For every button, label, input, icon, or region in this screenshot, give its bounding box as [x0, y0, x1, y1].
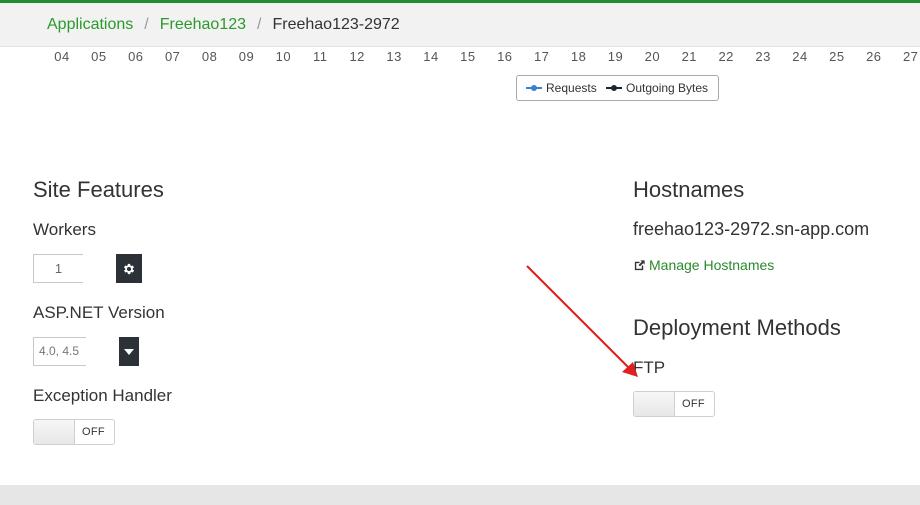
caret-down-icon: [124, 348, 134, 355]
ftp-label: FTP: [633, 358, 666, 377]
x-axis-tick-label: 17: [533, 49, 550, 64]
hostname-value: freehao123-2972.sn-app.com: [633, 219, 870, 239]
breadcrumb-current: Freehao123-2972: [272, 16, 400, 33]
legend-requests-marker: [526, 83, 542, 93]
legend-item-outgoing-bytes[interactable]: Outgoing Bytes: [606, 76, 708, 100]
x-axis-tick-label: 20: [644, 49, 661, 64]
x-axis-tick-label: 27: [902, 49, 919, 64]
breadcrumb-applications-link[interactable]: Applications: [47, 16, 133, 33]
manage-hostnames-label: Manage Hostnames: [649, 257, 775, 273]
page-footer: [0, 485, 920, 505]
hostnames-title: Hostnames: [633, 177, 745, 202]
x-axis-tick-label: 13: [386, 49, 402, 64]
chart-legend: Requests Outgoing Bytes: [516, 75, 719, 101]
x-axis-tick-label: 11: [313, 49, 328, 64]
x-axis-tick-label: 19: [607, 49, 624, 64]
chart-x-axis: 04 05 06 07 08 09 10 11 12 13 14 15 16 17 18 19 20 21 22 23…: [0, 49, 920, 67]
x-axis-tick-label: 16: [497, 49, 513, 64]
ftp-toggle[interactable]: OFF: [633, 391, 715, 417]
aspnet-version-value: 4.0, 4.5: [33, 337, 86, 366]
x-axis-tick-label: 12: [349, 49, 365, 64]
x-axis-tick-label: 21: [681, 49, 698, 64]
exception-handler-label: Exception Handler: [33, 386, 172, 405]
x-axis-tick-label: 25: [829, 49, 845, 64]
x-axis-tick-label: 23: [755, 49, 771, 64]
gear-icon: [123, 263, 135, 274]
deployment-methods-title: Deployment Methods: [633, 315, 841, 340]
ftp-state: OFF: [682, 398, 705, 410]
x-axis-tick-label: 07: [164, 49, 181, 64]
x-axis-tick-label: 04: [54, 49, 70, 64]
x-axis-tick-label: 14: [423, 49, 439, 64]
breadcrumb-app-link[interactable]: Freehao123: [160, 16, 246, 33]
workers-settings-button[interactable]: [116, 254, 142, 283]
aspnet-version-label: ASP.NET Version: [33, 303, 165, 322]
breadcrumb: Applications / Freehao123 / Freehao123-2972: [0, 3, 920, 47]
x-axis-tick-label: 09: [238, 49, 255, 64]
site-features-title: Site Features: [33, 177, 164, 202]
x-axis-tick-label: 05: [91, 49, 107, 64]
workers-input[interactable]: 1: [33, 254, 83, 283]
aspnet-dropdown-button[interactable]: [119, 337, 139, 366]
x-axis-tick-label: 22: [718, 49, 734, 64]
legend-requests-label: Requests: [546, 81, 597, 95]
x-axis-tick-label: 10: [275, 49, 292, 64]
legend-outgoing-label: Outgoing Bytes: [626, 81, 709, 95]
x-axis-tick-label: 15: [460, 49, 476, 64]
breadcrumb-separator: /: [144, 16, 149, 33]
legend-item-requests[interactable]: Requests: [526, 76, 597, 100]
legend-outgoing-marker: [606, 83, 622, 93]
x-axis-tick-label: 24: [792, 49, 808, 64]
external-link-icon: [634, 260, 645, 271]
x-axis-tick-label: 06: [128, 49, 144, 64]
exception-handler-toggle[interactable]: OFF: [33, 419, 115, 445]
manage-hostnames-link[interactable]: Manage Hostnames: [633, 257, 774, 273]
annotation-arrow: [526, 265, 638, 377]
x-axis-tick-label: 26: [866, 49, 882, 64]
toggle-knob: [634, 392, 675, 416]
workers-label: Workers: [33, 220, 96, 239]
x-axis-tick-label: 08: [201, 49, 218, 64]
toggle-knob: [34, 420, 75, 444]
breadcrumb-separator: /: [257, 16, 262, 33]
exception-handler-state: OFF: [82, 426, 105, 438]
x-axis-tick-label: 18: [570, 49, 587, 64]
